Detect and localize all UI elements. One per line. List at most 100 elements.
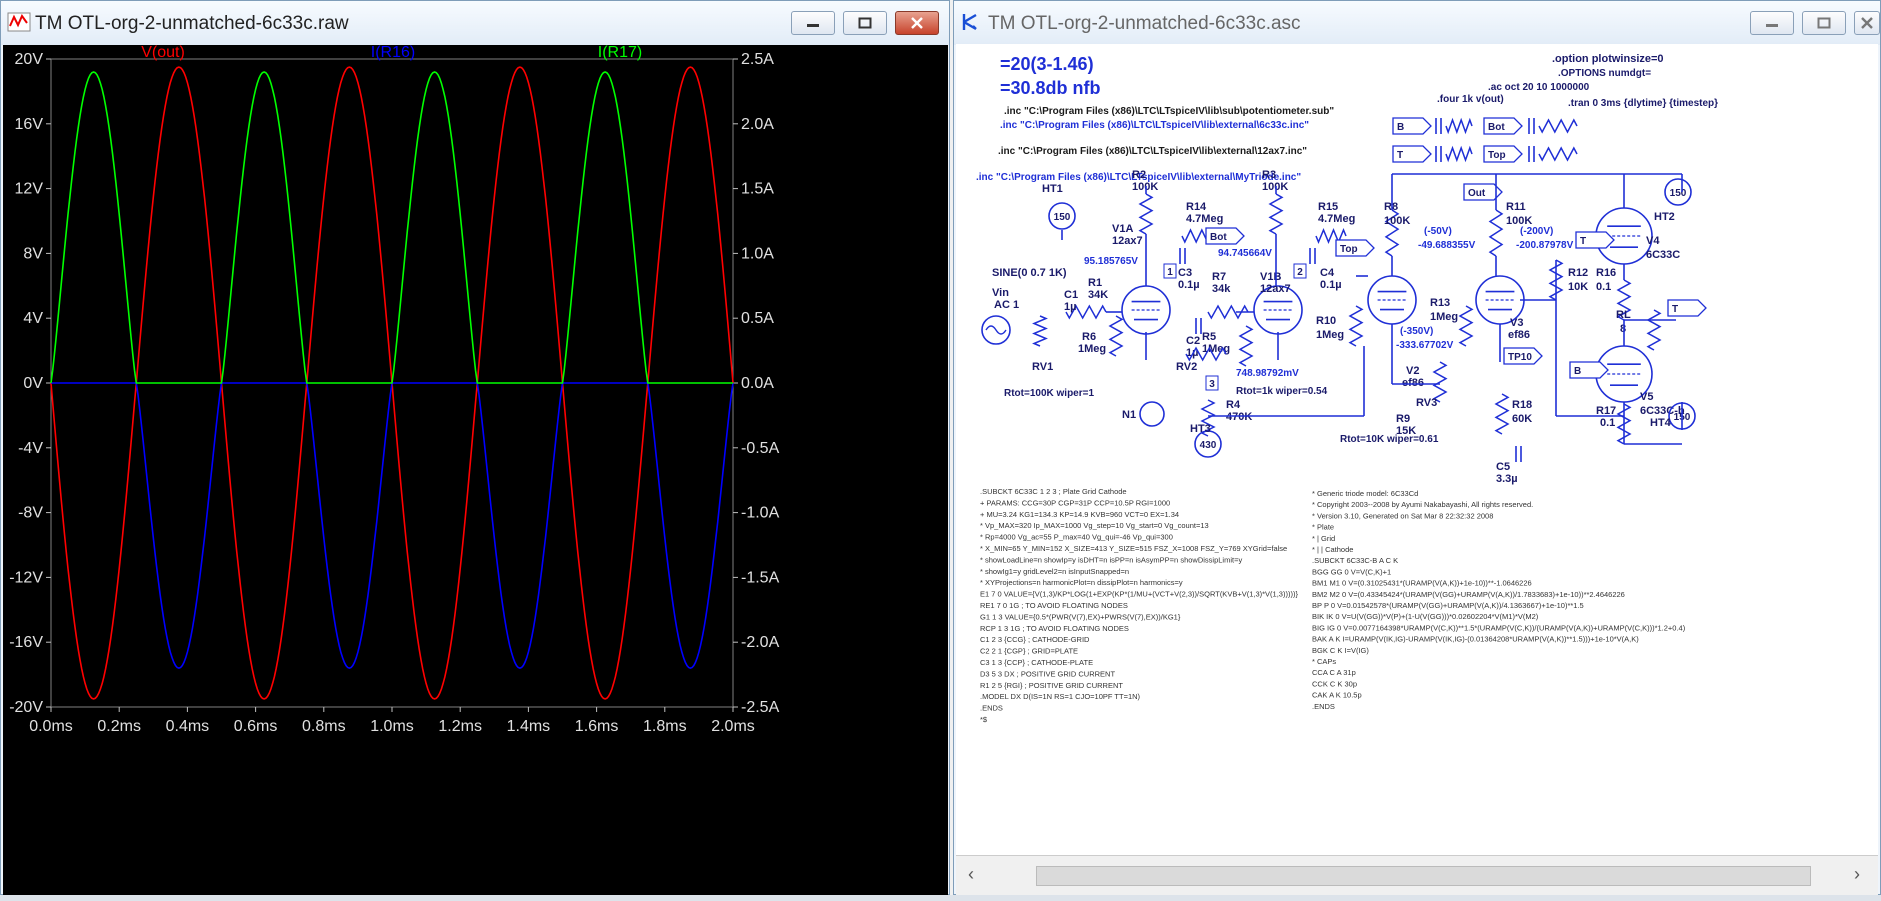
netlist-left-line: R1 2 5 {RGI} ; POSITIVE GRID CURRENT <box>980 681 1123 690</box>
netlist-right-line: BM2 M2 0 V=(0.43345424*(URAMP(V(GG)+URAM… <box>1312 590 1625 599</box>
trace-ir16[interactable] <box>51 382 734 669</box>
y2-tick-label: 2.5A <box>741 51 774 68</box>
minimize-icon <box>807 24 819 27</box>
out-port-label: T <box>1672 304 1678 315</box>
schematic-label: Rtot=1k wiper=0.54 <box>1236 386 1328 397</box>
node-number: 2 <box>1297 267 1303 278</box>
schematic-canvas[interactable]: =20(3-1.46) =30.8db nfb .inc "C:\Program F… <box>956 44 1878 855</box>
r11-resistor <box>1488 209 1504 257</box>
schematic-label: R16 <box>1596 267 1616 279</box>
netlist-left-line: C1 2 3 {CCG} ; CATHODE-GRID <box>980 635 1090 644</box>
schematic-label: R12 <box>1568 267 1588 279</box>
netlist-right-line: CCA C A 31p <box>1312 668 1356 677</box>
netlist-right-line: .SUBCKT 6C33C-B A C K <box>1312 556 1398 565</box>
schematic-label: Rtot=100K wiper=1 <box>1004 388 1094 399</box>
trace-legend-ir16[interactable]: I(R16) <box>371 44 415 61</box>
minimize-icon <box>1766 24 1778 27</box>
netlist-right-line: BGG GG 0 V=V(C,K)+1 <box>1312 567 1391 576</box>
minimize-button[interactable] <box>1750 11 1794 35</box>
schematic-label: 0.1 <box>1600 417 1615 429</box>
r6-resistor <box>1108 315 1124 357</box>
spice-directive: .ac oct 20 10 1000000 <box>1488 82 1590 93</box>
waveform-plot-pane[interactable]: V(out) I(R16) I(R17) 20V 16V 12V 8V 4V 0V -4V -8V -… <box>3 44 948 896</box>
netlist-right-line: BP P 0 V=0.01542578*(URAMP(V(GG)+URAMP(V… <box>1312 601 1584 610</box>
schematic-label: R4 <box>1226 399 1241 411</box>
y2-tick-label: -1.0A <box>741 505 780 522</box>
r13-resistor <box>1458 305 1474 347</box>
trace-legend-ir17[interactable]: I(R17) <box>598 44 642 61</box>
horizontal-scrollbar[interactable]: ‹ › <box>956 855 1878 896</box>
r18-resistor <box>1494 393 1510 435</box>
schematic-label: R9 <box>1396 413 1410 425</box>
close-button[interactable] <box>1854 11 1880 35</box>
netlist-left-line: D3 5 3 DX ; POSITIVE GRID CURRENT <box>980 669 1115 678</box>
netlist-right-line: BM1 M1 0 V=(0.31025431*(URAMP(V(A,K))+1e… <box>1312 579 1532 588</box>
rl-resistor <box>1646 309 1662 351</box>
y2-tick-label: 1.0A <box>741 245 774 262</box>
schematic-label: 1Meg <box>1078 343 1106 355</box>
close-icon <box>1861 17 1873 29</box>
y2-tick-label: -0.5A <box>741 440 780 457</box>
close-button[interactable] <box>895 11 939 35</box>
rv3-potentiometer <box>1432 361 1448 403</box>
y2-tick-label: -2.5A <box>741 699 780 716</box>
schematic-label: RV1 <box>1032 361 1053 373</box>
netlist-left-line: * showLoadLine=n showIp=y isDHT=n isPP=n… <box>980 555 1242 564</box>
y2-tick-label: 0.0A <box>741 375 774 392</box>
netlist-right-line: CAK A K 10.5p <box>1312 691 1362 700</box>
schematic-app-icon <box>962 13 977 31</box>
port-t-flag-label: T <box>1397 150 1403 161</box>
y-tick-label: 0V <box>23 375 43 392</box>
v2-tube <box>1367 275 1417 325</box>
restore-button[interactable] <box>843 11 887 35</box>
y-tick-label: -12V <box>9 569 43 586</box>
waveform-plot[interactable]: V(out) I(R16) I(R17) 20V 16V 12V 8V 4V 0V -4V -8V -… <box>3 44 948 896</box>
schematic-label: 8 <box>1620 323 1626 335</box>
schematic-label: R11 <box>1506 201 1526 213</box>
scroll-left-icon[interactable]: ‹ <box>968 864 974 885</box>
y2-tick-label: 1.5A <box>741 181 774 198</box>
schematic-label: RV2 <box>1176 361 1197 373</box>
netlist-left-line: .ENDS <box>980 704 1003 713</box>
schematic-label: 12ax7 <box>1112 235 1143 247</box>
schematic-label: 6C33C <box>1646 249 1680 261</box>
node-voltage: -49.688355V <box>1418 240 1476 251</box>
schematic-label: 1µ <box>1064 301 1076 313</box>
scrollbar-thumb[interactable] <box>1036 866 1811 886</box>
schematic-label: C3 <box>1178 267 1192 279</box>
waveform-titlebar[interactable]: TM OTL-org-2-unmatched-6c33c.raw <box>1 1 949 45</box>
schematic-label: 10K <box>1568 281 1588 293</box>
trace-legend-vout[interactable]: V(out) <box>141 44 185 61</box>
trace-ir17[interactable] <box>50 71 733 384</box>
y-tick-label: -8V <box>18 505 43 522</box>
rv1-potentiometer <box>1032 315 1048 347</box>
netlist-left-line: C3 1 3 {CCP} ; CATHODE-PLATE <box>980 658 1093 667</box>
close-icon <box>911 17 923 29</box>
schematic-titlebar[interactable]: TM OTL-org-2-unmatched-6c33c.asc <box>954 1 1880 45</box>
x-tick-label: 1.8ms <box>643 718 687 735</box>
schematic-drawing[interactable]: =20(3-1.46) =30.8db nfb .inc "C:\Program F… <box>956 44 1878 855</box>
schematic-label: R1 <box>1088 277 1102 289</box>
schematic-label: HT4 <box>1650 417 1672 429</box>
v4-grid-flag-label: T <box>1580 236 1586 247</box>
resistor-symbol <box>1538 146 1578 162</box>
netlist-left-line: RCP 1 3 1G ; TO AVOID FLOATING NODES <box>980 624 1129 633</box>
netlist-right-line: * | Grid <box>1312 534 1335 543</box>
minimize-button[interactable] <box>791 11 835 35</box>
waveform-window-title: TM OTL-org-2-unmatched-6c33c.raw <box>35 13 349 34</box>
x-tick-label: 0.4ms <box>166 718 210 735</box>
scroll-right-icon[interactable]: › <box>1854 864 1860 885</box>
schematic-label: R2 <box>1132 169 1146 181</box>
bot-net-flag-label: Bot <box>1210 232 1227 243</box>
schematic-label: R6 <box>1082 331 1096 343</box>
schematic-label: C1 <box>1064 289 1078 301</box>
node-voltage: 95.185765V <box>1084 256 1138 267</box>
restore-button[interactable] <box>1802 11 1846 35</box>
include-directive: .inc "C:\Program Files (x86)\LTC\LTspice… <box>998 146 1307 157</box>
resistor-symbol <box>1538 118 1578 134</box>
status-bar <box>0 895 1881 901</box>
netlist-left-line: * XYProjections=n harmonicPlot=n dissipP… <box>980 578 1183 587</box>
netlist-right-line: CCK C K 30p <box>1312 679 1357 688</box>
n1-source <box>1139 401 1165 427</box>
r3-resistor <box>1268 193 1284 235</box>
